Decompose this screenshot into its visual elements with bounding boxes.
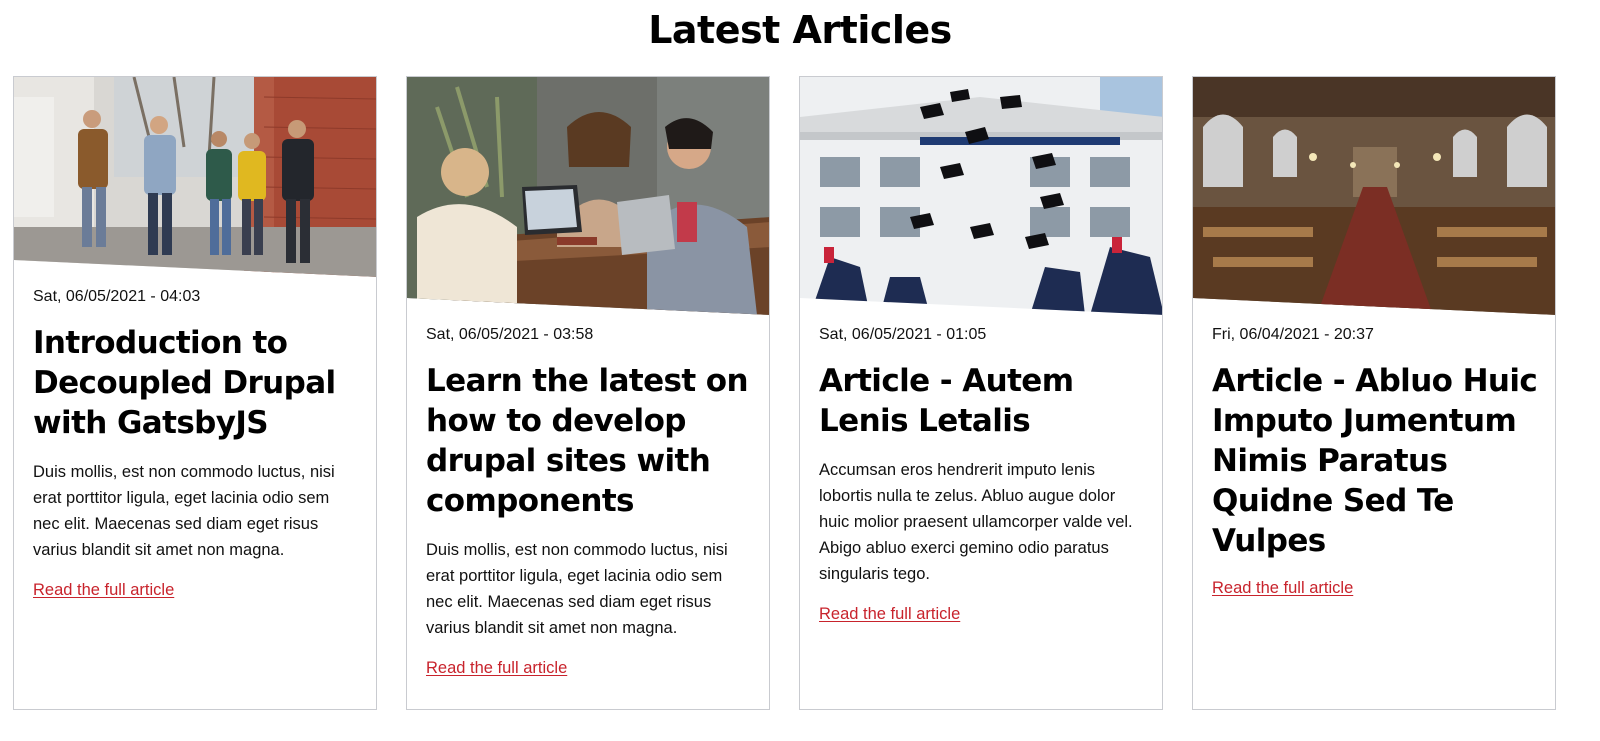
graduation-caps-photo — [800, 77, 1162, 315]
article-card[interactable]: Sat, 06/05/2021 - 04:03 Introduction to … — [13, 76, 377, 710]
read-full-article-link[interactable]: Read the full article — [33, 579, 174, 601]
students-walking-photo — [14, 77, 376, 277]
article-date: Sat, 06/05/2021 - 03:58 — [426, 326, 594, 343]
articles-page: Latest Articles Sat, 06/05/2021 - 04:03 … — [0, 0, 1600, 741]
article-title[interactable]: Article - Abluo Huic Imputo Jumentum Nim… — [1212, 361, 1539, 561]
article-title[interactable]: Introduction to Decoupled Drupal with Ga… — [33, 323, 360, 443]
article-date: Sat, 06/05/2021 - 01:05 — [819, 326, 987, 343]
card-body: Sat, 06/05/2021 - 01:05 Article - Autem … — [819, 325, 1146, 625]
article-card[interactable]: Sat, 06/05/2021 - 03:58 Learn the latest… — [406, 76, 770, 710]
article-summary: Accumsan eros hendrerit imputo lenis lob… — [819, 461, 1133, 583]
article-card-grid: Sat, 06/05/2021 - 04:03 Introduction to … — [13, 76, 1587, 712]
article-date: Fri, 06/04/2021 - 20:37 — [1212, 326, 1374, 343]
card-image[interactable] — [800, 77, 1162, 315]
article-title[interactable]: Article - Autem Lenis Letalis — [819, 361, 1146, 441]
read-full-article-link[interactable]: Read the full article — [819, 603, 960, 625]
card-image[interactable] — [1193, 77, 1555, 315]
section-title: Latest Articles — [648, 8, 952, 52]
library-hall-photo — [1193, 77, 1555, 315]
article-card[interactable]: Fri, 06/04/2021 - 20:37 Article - Abluo … — [1192, 76, 1556, 710]
read-full-article-link[interactable]: Read the full article — [426, 657, 567, 679]
card-image[interactable] — [407, 77, 769, 315]
card-body: Sat, 06/05/2021 - 03:58 Learn the latest… — [426, 325, 753, 679]
article-date: Sat, 06/05/2021 - 04:03 — [33, 288, 201, 305]
article-card[interactable]: Sat, 06/05/2021 - 01:05 Article - Autem … — [799, 76, 1163, 710]
article-title[interactable]: Learn the latest on how to develop drupa… — [426, 361, 753, 521]
article-summary: Duis mollis, est non commodo luctus, nis… — [426, 541, 728, 637]
article-summary: Duis mollis, est non commodo luctus, nis… — [33, 463, 335, 559]
people-laptops-photo — [407, 77, 769, 315]
card-body: Sat, 06/05/2021 - 04:03 Introduction to … — [33, 287, 360, 601]
card-image[interactable] — [14, 77, 376, 277]
card-body: Fri, 06/04/2021 - 20:37 Article - Abluo … — [1212, 325, 1539, 599]
read-full-article-link[interactable]: Read the full article — [1212, 577, 1353, 599]
